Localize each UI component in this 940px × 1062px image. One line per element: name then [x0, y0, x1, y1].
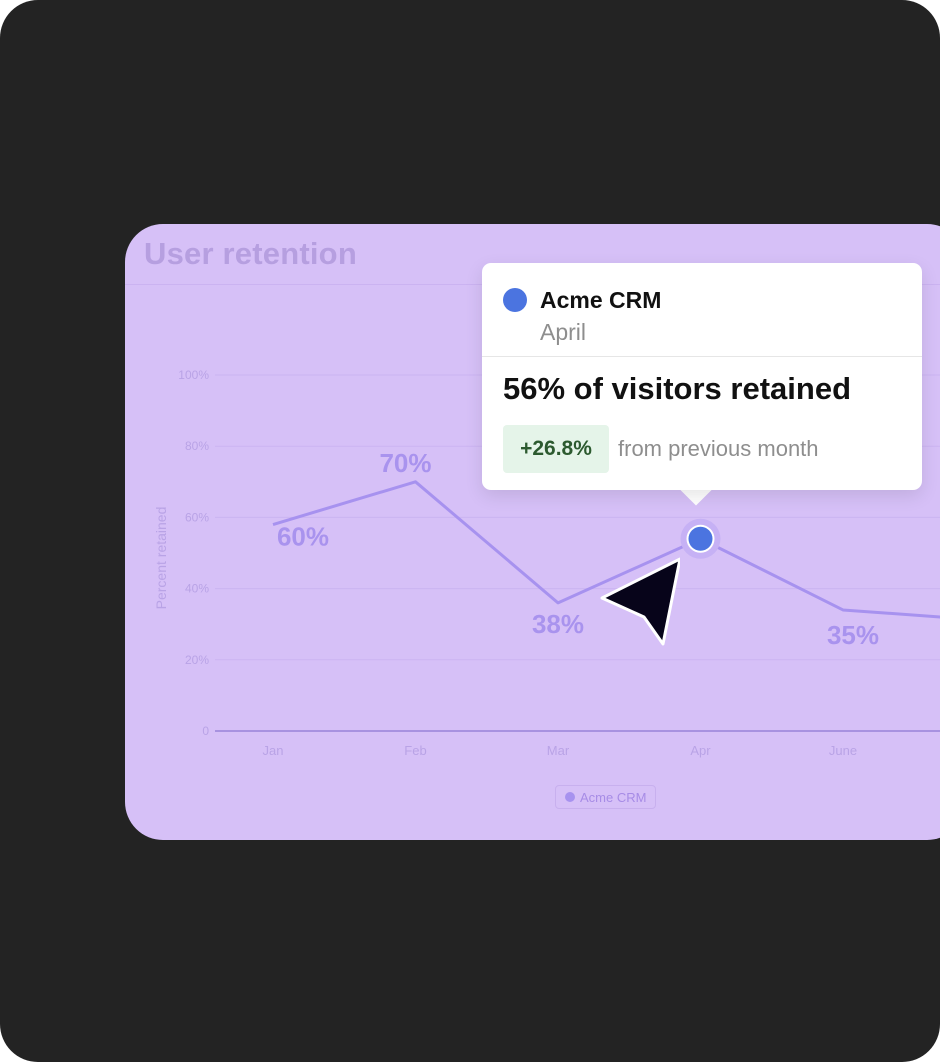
y-axis-label: Percent retained	[153, 507, 169, 610]
x-tick-label: June	[829, 743, 857, 758]
chart-legend[interactable]: Acme CRM	[555, 785, 657, 809]
data-label: 70%	[379, 448, 431, 478]
legend-label: Acme CRM	[580, 789, 647, 805]
change-badge: +26.8%	[503, 425, 609, 473]
y-tick-label: 0	[202, 724, 209, 738]
series-dot-icon	[503, 288, 527, 312]
tooltip-headline: 56% of visitors retained	[503, 371, 852, 406]
y-tick-label: 60%	[185, 510, 209, 524]
mouse-pointer-icon	[600, 557, 680, 646]
tooltip-month: April	[540, 319, 587, 345]
x-tick-label: Mar	[547, 743, 570, 758]
data-label: 38%	[532, 609, 584, 639]
data-label: 35%	[827, 620, 879, 650]
y-tick-label: 20%	[185, 653, 209, 667]
y-tick-label: 40%	[185, 582, 209, 596]
x-tick-label: Jan	[263, 743, 284, 758]
x-tick-label: Apr	[690, 743, 711, 758]
y-tick-label: 80%	[185, 439, 209, 453]
highlight-point	[688, 526, 713, 551]
legend-dot-icon	[565, 792, 575, 802]
tooltip-divider	[482, 356, 922, 357]
data-tooltip: Acme CRM April 56% of visitors retained …	[482, 263, 922, 490]
y-tick-label: 100%	[178, 368, 209, 382]
tooltip-series-name: Acme CRM	[540, 287, 662, 313]
x-tick-label: Feb	[404, 743, 426, 758]
change-label: from previous month	[618, 436, 819, 461]
data-label: 60%	[277, 522, 329, 552]
device-frame: User retention 0 20% 40% 60% 80% 100% Percent …	[0, 0, 940, 1062]
